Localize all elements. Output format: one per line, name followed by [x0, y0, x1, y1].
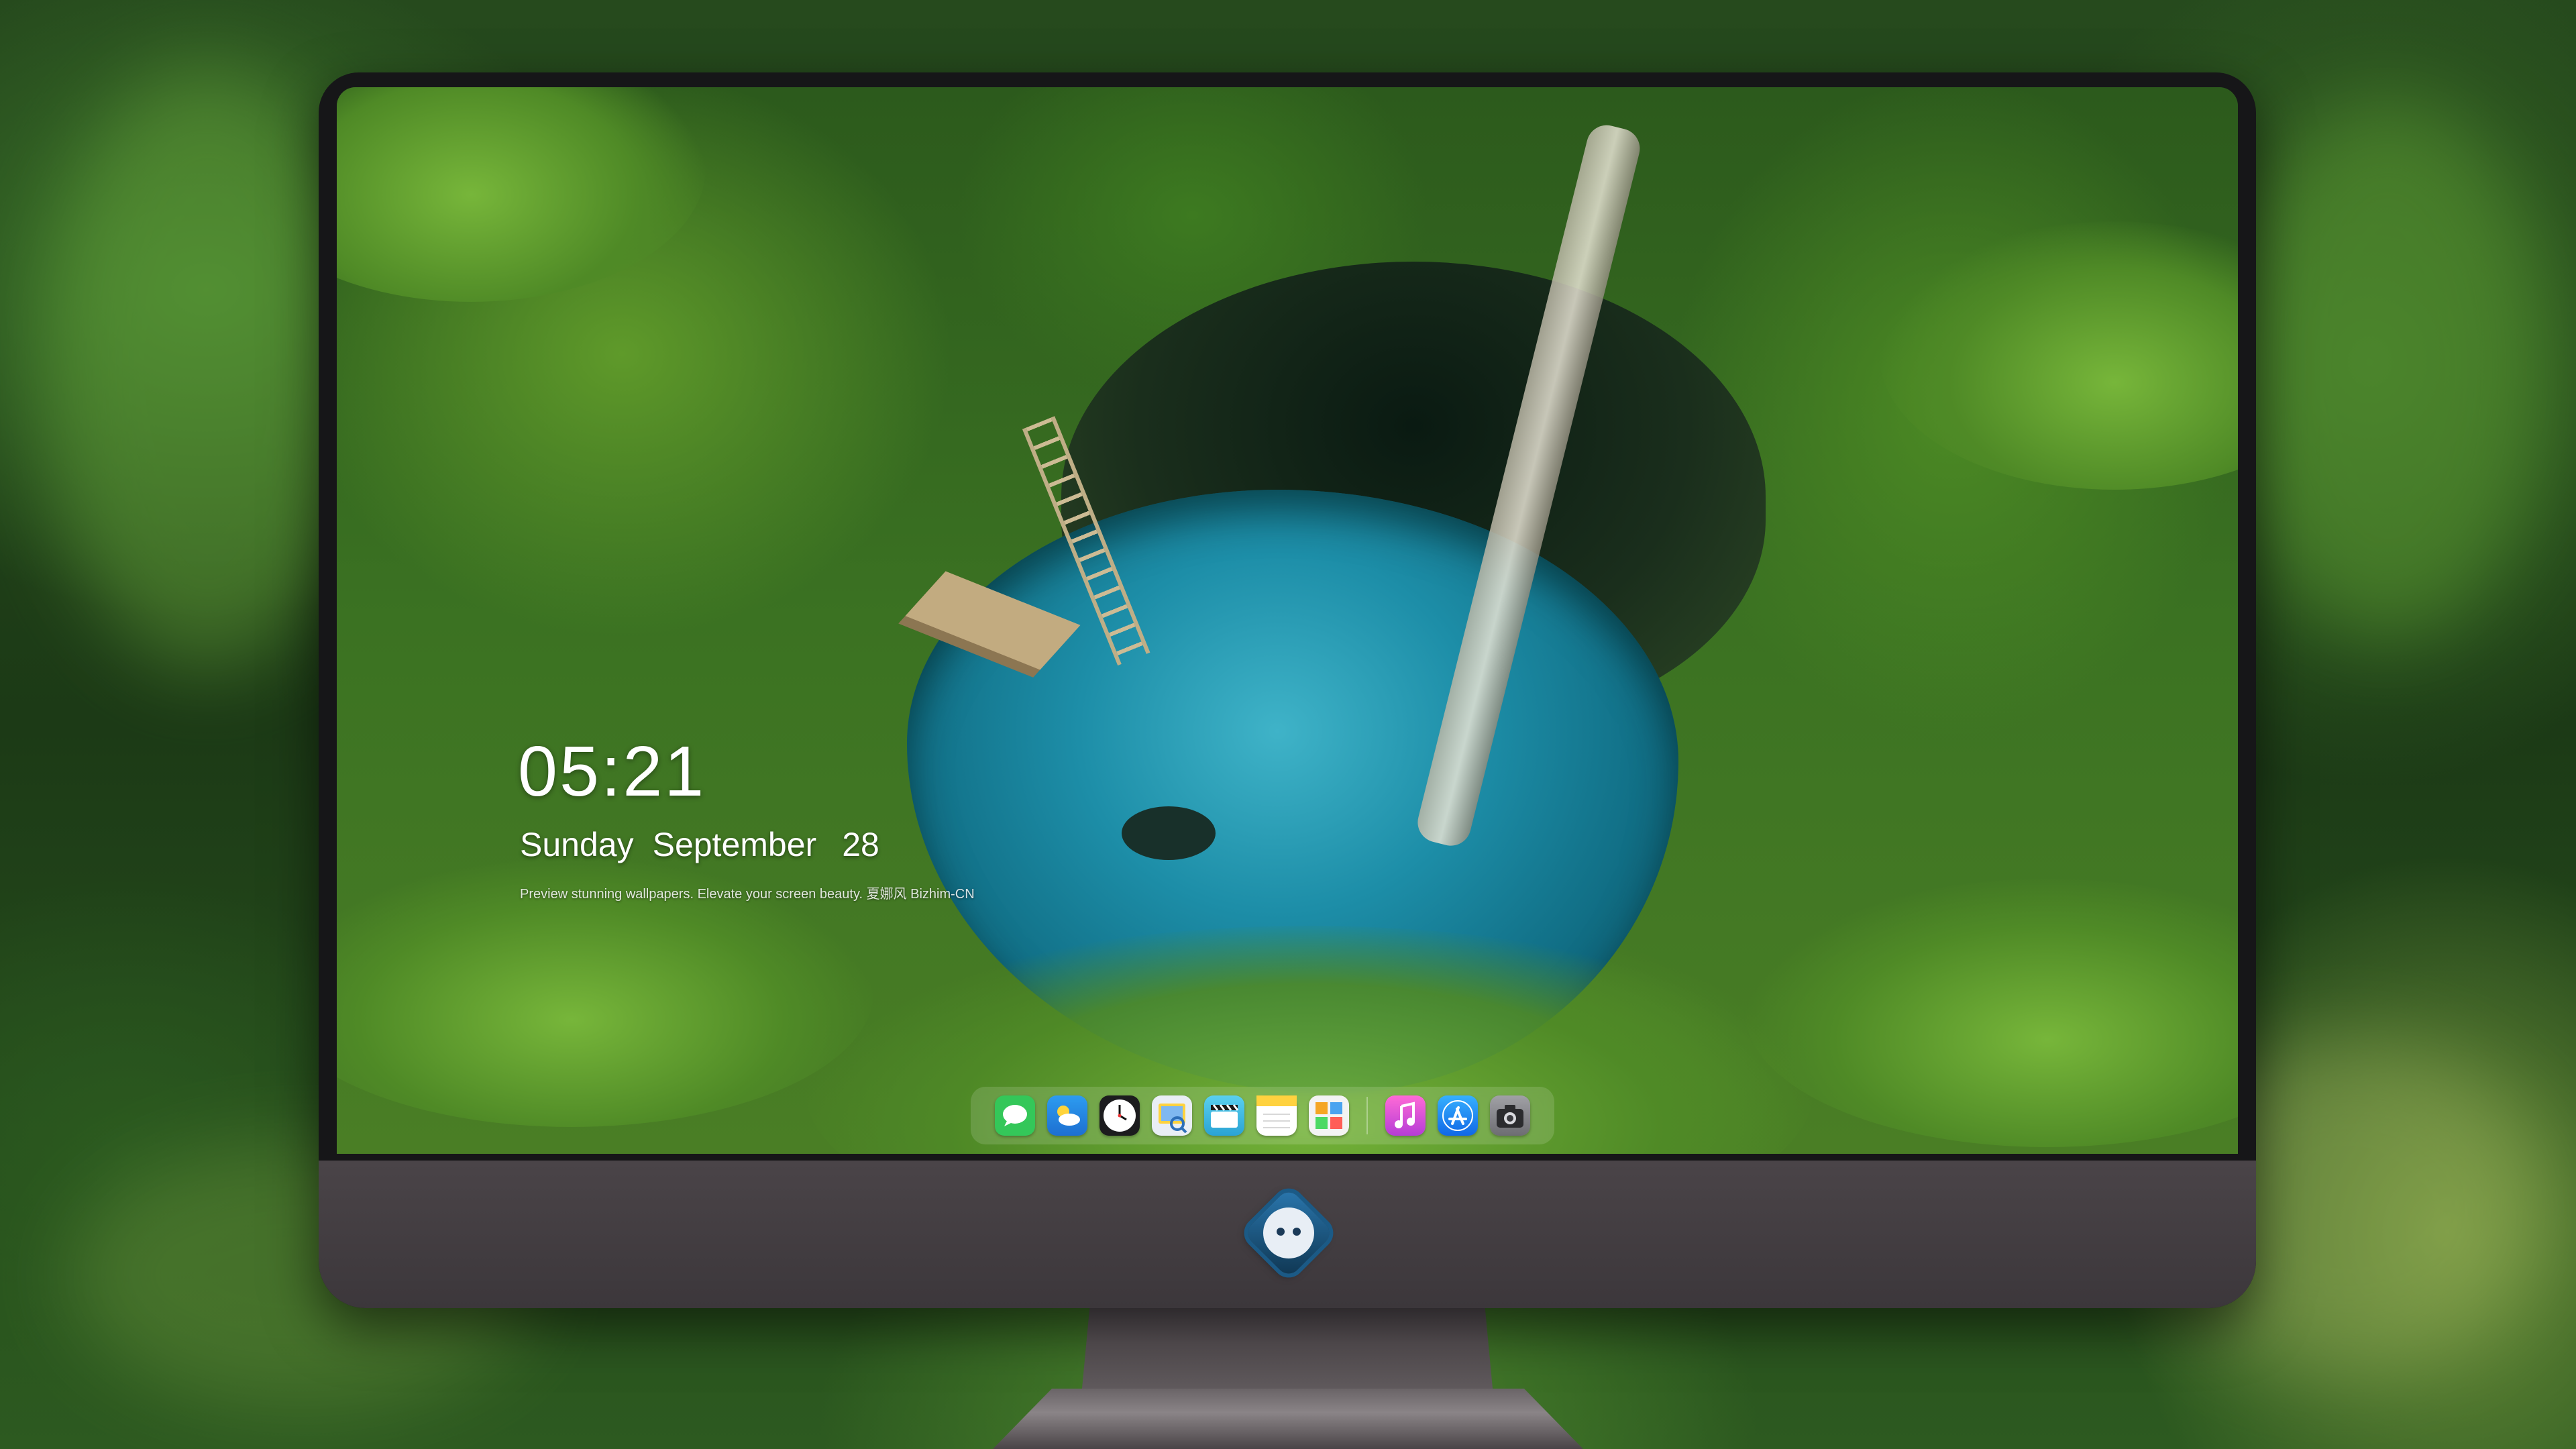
notes-icon[interactable]: [1256, 1095, 1297, 1136]
messages-icon[interactable]: [995, 1095, 1035, 1136]
brand-logo-icon: [1263, 1208, 1314, 1258]
weather-icon[interactable]: [1047, 1095, 1087, 1136]
clock-icon[interactable]: [1099, 1095, 1140, 1136]
date-day: 28: [842, 826, 879, 863]
dock-separator: [1366, 1097, 1368, 1134]
wallpaper: [337, 87, 2238, 1154]
monitor-stand: [1081, 1308, 1493, 1395]
camera-icon[interactable]: [1490, 1095, 1530, 1136]
date-month: September: [652, 826, 817, 863]
date-weekday: Sunday: [520, 826, 634, 863]
app-store-icon[interactable]: [1438, 1095, 1478, 1136]
desktop-screen: 05:21 Sunday September 28 Preview stunning…: [337, 87, 2238, 1154]
wallpaper-tagline: Preview stunning wallpapers. Elevate you…: [520, 887, 975, 902]
preview-icon[interactable]: [1152, 1095, 1192, 1136]
monitor-stand-base: [993, 1389, 1583, 1449]
lockscreen-time: 05:21: [518, 732, 706, 811]
music-icon[interactable]: [1385, 1095, 1426, 1136]
photo-collage-icon[interactable]: [1309, 1095, 1349, 1136]
dock: [971, 1087, 1554, 1144]
lockscreen-date: Sunday September 28: [520, 825, 898, 864]
claquette-icon[interactable]: [1204, 1095, 1244, 1136]
